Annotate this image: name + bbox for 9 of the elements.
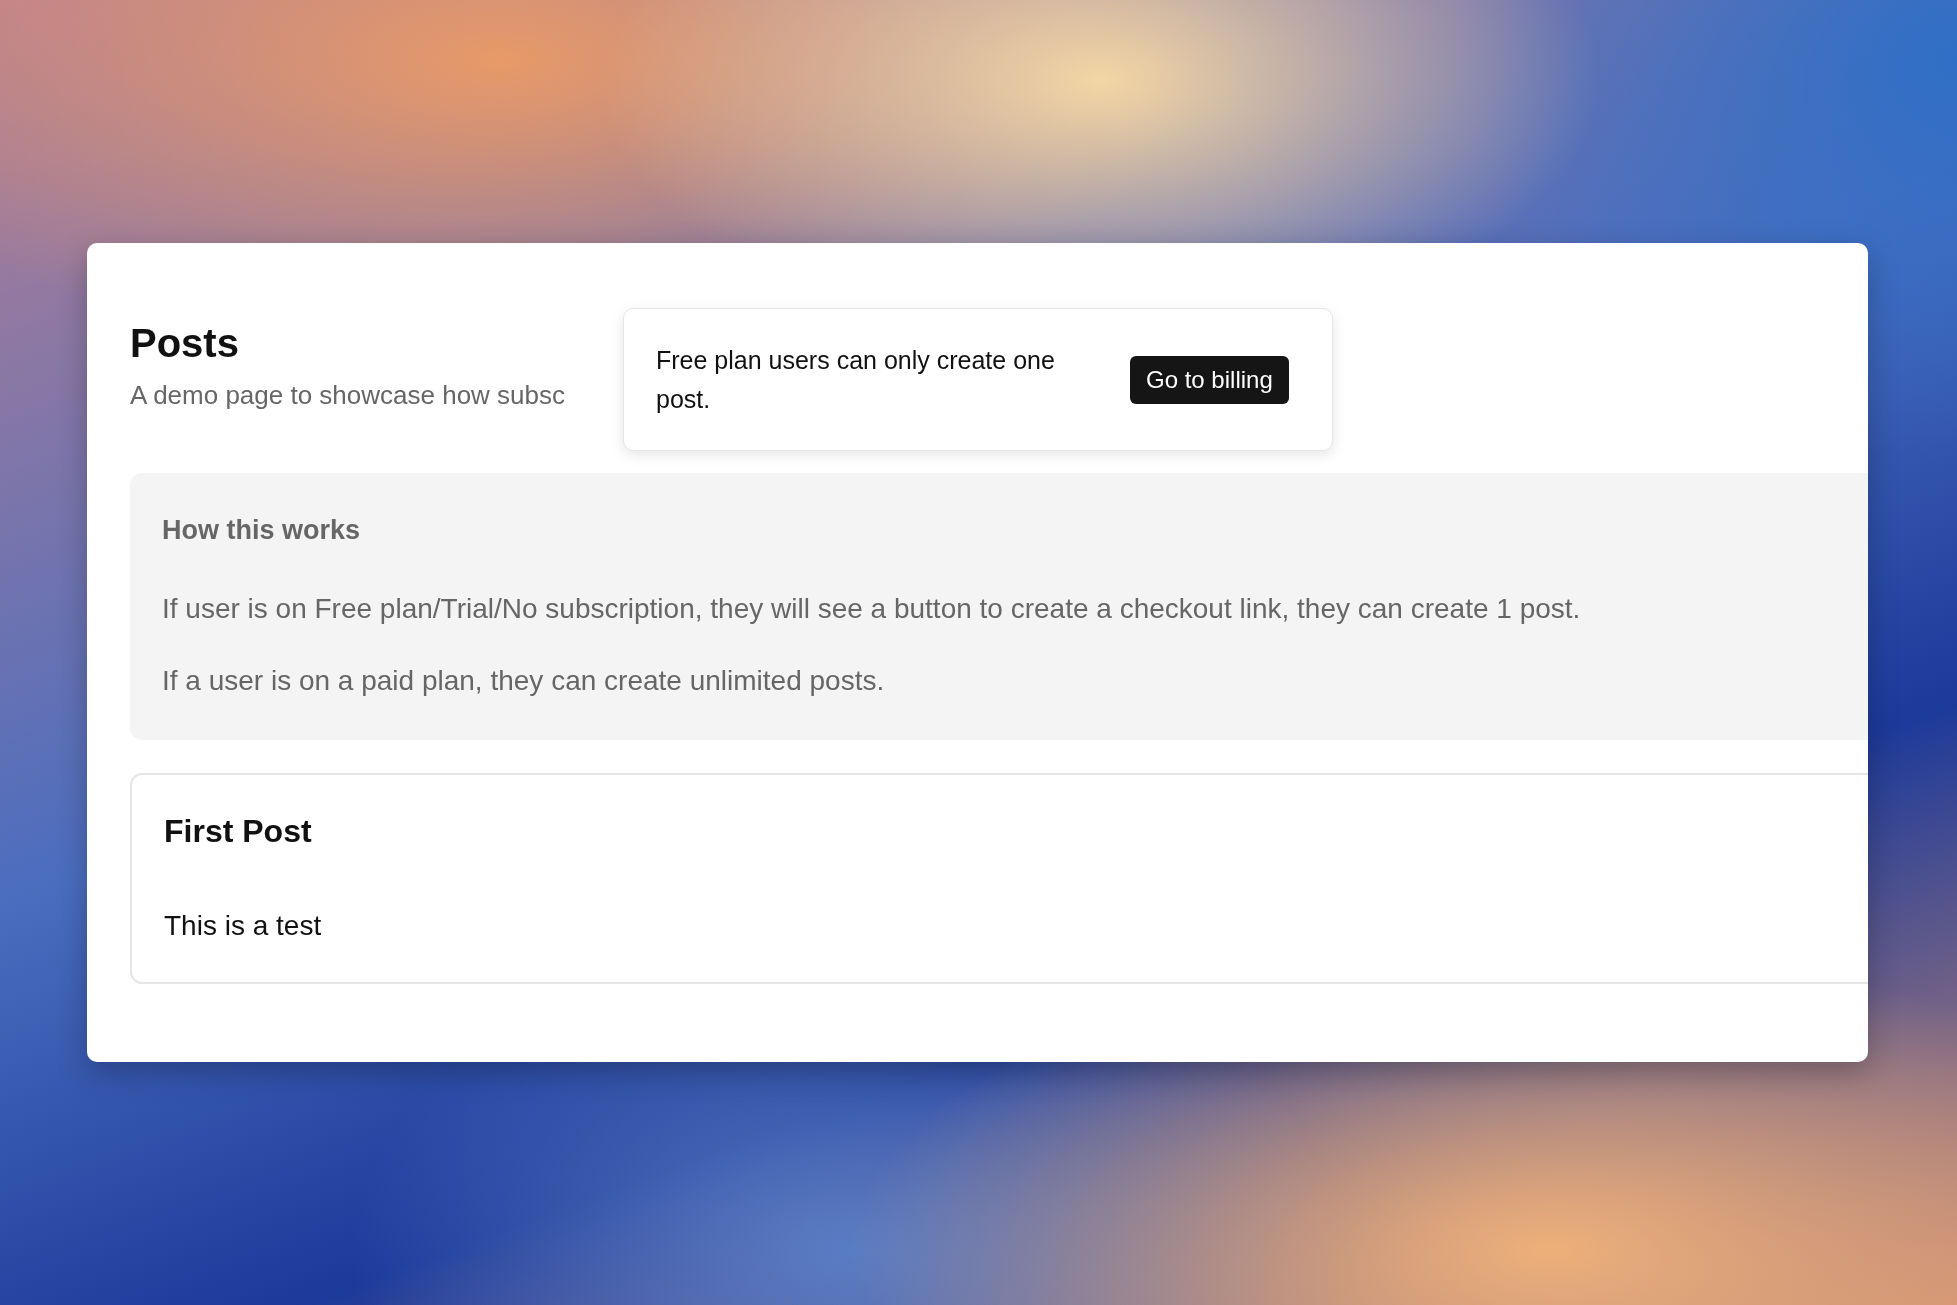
popover-message: Free plan users can only create one post.	[656, 344, 1056, 415]
post-body: This is a test	[164, 910, 323, 942]
page-subtitle: A demo page to showcase how subsc	[130, 380, 566, 411]
post-title: First Post	[164, 813, 313, 850]
info-heading: How this works	[162, 515, 362, 546]
info-paragraph: If a user is on a paid plan, they can create unlimited posts.	[162, 664, 886, 698]
billing-button[interactable]: Go to billing	[1130, 355, 1289, 404]
page-title: Posts	[130, 321, 239, 366]
info-paragraph: If user is on Free plan/Trial/No subscription, they will see a button to create a checkout link, they can create 1 post.	[162, 592, 1582, 626]
